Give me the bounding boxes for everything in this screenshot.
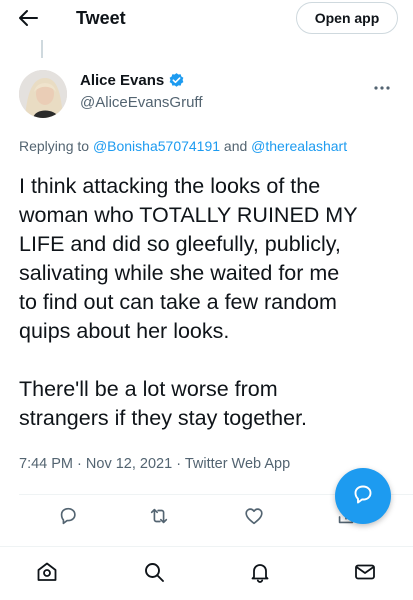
tweet-date[interactable]: Nov 12, 2021 <box>86 456 172 472</box>
search-icon[interactable] <box>141 559 167 585</box>
verified-badge-icon <box>168 72 185 89</box>
more-options-icon[interactable] <box>372 80 392 90</box>
mention-link[interactable]: @therealashart <box>251 138 347 154</box>
open-app-button[interactable]: Open app <box>296 2 398 34</box>
retweet-icon[interactable] <box>147 504 171 528</box>
reply-icon[interactable] <box>56 504 80 528</box>
meta-separator: · <box>176 456 182 472</box>
avatar[interactable] <box>19 70 67 118</box>
bottom-navigation <box>0 546 413 600</box>
replying-conjunction: and <box>223 138 248 154</box>
replying-to-line: Replying to @Bonisha57074191 and @therea… <box>19 138 347 154</box>
like-icon[interactable] <box>242 504 266 528</box>
thread-connector-line <box>41 40 43 58</box>
tweet-text-line: to find out can take a few random <box>19 290 337 314</box>
tweet-text-line: salivating while she waited for me <box>19 261 340 285</box>
messages-icon[interactable] <box>352 559 378 585</box>
tweet-text-line: woman who TOTALLY RUINED MY <box>19 203 358 227</box>
top-bar: Tweet Open app <box>0 0 413 36</box>
tweet-source[interactable]: Twitter Web App <box>185 456 290 472</box>
tweet-meta: 7:44 PM · Nov 12, 2021 · Twitter Web App <box>19 456 290 472</box>
tweet-body: I think attacking the looks of the woman… <box>19 172 399 433</box>
back-arrow-icon[interactable] <box>16 6 40 30</box>
author-handle[interactable]: @AliceEvansGruff <box>80 94 203 111</box>
mention-link[interactable]: @Bonisha57074191 <box>93 138 220 154</box>
meta-separator: · <box>77 456 82 472</box>
tweet-text-line: I think attacking the looks of the <box>19 174 321 198</box>
compose-reply-icon <box>351 482 375 511</box>
page-title: Tweet <box>76 8 126 28</box>
replying-prefix: Replying to <box>19 138 90 154</box>
tweet-text-line: quips about her looks. <box>19 319 230 343</box>
tweet-text-line: LIFE and did so gleefully, publicly, <box>19 232 341 256</box>
compose-reply-button[interactable] <box>335 468 391 524</box>
tweet-time[interactable]: 7:44 PM <box>19 456 73 472</box>
notifications-icon[interactable] <box>247 559 273 585</box>
tweet-text-line: There'll be a lot worse from <box>19 377 278 401</box>
home-icon[interactable] <box>34 559 60 585</box>
author-name-row: Alice Evans <box>80 72 185 89</box>
tweet-text-line: strangers if they stay together. <box>19 406 308 430</box>
author-display-name[interactable]: Alice Evans <box>80 72 164 89</box>
